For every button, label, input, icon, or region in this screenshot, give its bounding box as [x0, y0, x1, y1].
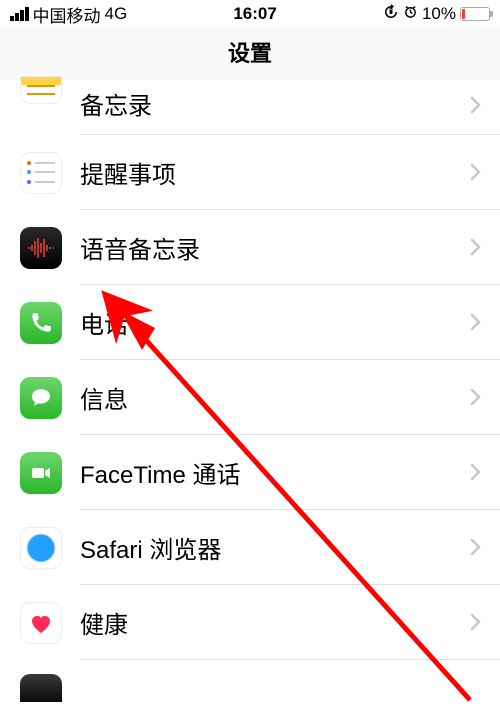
- network-label: 4G: [105, 4, 128, 24]
- alarm-icon: [403, 4, 418, 24]
- row-label: 电话: [62, 305, 470, 340]
- chevron-right-icon: [470, 307, 500, 338]
- settings-list: 备忘录 提醒事项 语音备忘录: [0, 80, 500, 711]
- status-bar: 中国移动 4G 16:07 10%: [0, 0, 500, 28]
- row-facetime[interactable]: FaceTime 通话: [0, 435, 500, 510]
- row-label: [62, 674, 482, 692]
- clock: 16:07: [233, 4, 276, 24]
- row-label: FaceTime 通话: [62, 455, 470, 490]
- row-label: 信息: [62, 380, 470, 415]
- orientation-lock-icon: [383, 4, 399, 25]
- row-label: 备忘录: [62, 86, 470, 121]
- row-label: 语音备忘录: [62, 230, 470, 265]
- row-phone[interactable]: 电话: [0, 285, 500, 360]
- chevron-right-icon: [470, 90, 500, 121]
- row-unknown[interactable]: [0, 660, 500, 711]
- nav-title: 设置: [0, 28, 500, 80]
- reminders-icon: [20, 152, 62, 194]
- unknown-icon: [20, 674, 62, 702]
- row-reminders[interactable]: 提醒事项: [0, 135, 500, 210]
- chevron-right-icon: [470, 457, 500, 488]
- row-label: Safari 浏览器: [62, 530, 470, 565]
- row-label: 提醒事项: [62, 155, 470, 190]
- messages-icon: [20, 377, 62, 419]
- chevron-right-icon: [470, 157, 500, 188]
- chevron-right-icon: [470, 232, 500, 263]
- row-safari[interactable]: Safari 浏览器: [0, 510, 500, 585]
- row-label: 健康: [62, 605, 470, 640]
- row-messages[interactable]: 信息: [0, 360, 500, 435]
- status-right: 10%: [383, 4, 490, 25]
- phone-icon: [20, 302, 62, 344]
- notes-icon: [20, 76, 62, 104]
- chevron-right-icon: [470, 532, 500, 563]
- battery-percent: 10%: [422, 4, 456, 24]
- battery-icon: [460, 7, 490, 21]
- health-icon: [20, 602, 62, 644]
- chevron-right-icon: [470, 607, 500, 638]
- signal-icon: [10, 7, 29, 21]
- row-voice-memos[interactable]: 语音备忘录: [0, 210, 500, 285]
- row-notes[interactable]: 备忘录: [0, 80, 500, 135]
- status-left: 中国移动 4G: [10, 2, 127, 27]
- facetime-icon: [20, 452, 62, 494]
- voice-memos-icon: [20, 227, 62, 269]
- row-health[interactable]: 健康: [0, 585, 500, 660]
- chevron-right-icon: [470, 382, 500, 413]
- safari-icon: [20, 527, 62, 569]
- carrier-label: 中国移动: [33, 2, 101, 27]
